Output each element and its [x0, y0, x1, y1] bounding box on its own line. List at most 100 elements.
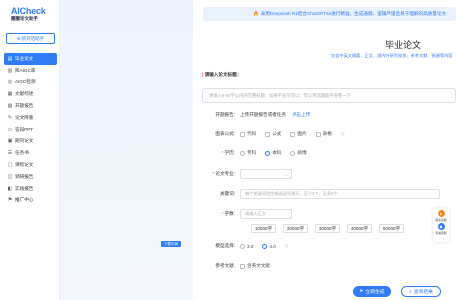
checkbox[interactable]	[240, 131, 245, 137]
model-row: 模型选择: 3.0 4.0 ◎	[193, 243, 289, 249]
model-option-40[interactable]: 4.0	[262, 243, 276, 249]
degree-option-bachelor[interactable]: 本科	[265, 150, 281, 156]
help-icon[interactable]: ◎	[341, 131, 345, 137]
support-label: 联系客服	[435, 218, 447, 222]
book-icon: ▦	[7, 91, 13, 98]
sidebar-item-3[interactable]: ▦ 文献综述	[4, 88, 57, 100]
word-count-options: 10000字 20000字 30000字 40000字 50000字	[251, 224, 404, 233]
checkbox[interactable]	[240, 263, 245, 269]
sidebar-item-label: 期刊论文	[15, 138, 34, 144]
sidebar-item-10[interactable]: ◫ 调研报告	[4, 171, 57, 183]
sidebar-item-label: 课程论文	[15, 162, 34, 168]
scan-icon: ◎	[7, 79, 13, 86]
degree-option-master[interactable]: 硕博	[290, 150, 307, 156]
floating-helper[interactable]: ● 联系客服 ◆ 查看帮助	[433, 208, 449, 242]
sidebar-item-8[interactable]: ☰ 任务书	[4, 147, 57, 159]
sidebar-item-11[interactable]: ◧ 实践报告	[4, 183, 57, 195]
degree-label: * 学历:	[221, 150, 235, 155]
degree-option-junior[interactable]: 专科	[240, 150, 256, 156]
checkbox[interactable]	[315, 131, 321, 137]
logo-brand: AICheck	[11, 6, 46, 16]
support-icon[interactable]: ●	[437, 210, 445, 217]
new-chat-label: 新对话助手	[21, 35, 45, 41]
upload-label: 开题报告:	[215, 112, 235, 117]
refs-label: 参考文献:	[215, 263, 235, 268]
sidebar-item-0[interactable]: ▤ 毕业论文	[4, 53, 57, 65]
sidebar-item-label: 开题报告	[15, 103, 34, 109]
sidebar-item-label: 论文降重	[15, 114, 34, 120]
word-chip-10000[interactable]: 10000字	[251, 224, 276, 233]
charts-row: 图表公式: 代码 公式 图片 表格 ◎	[193, 131, 345, 137]
sidebar-nav: ▤ 毕业论文 ▥ 降AIGC率 ◎ AIGC检测 ▦ 文献综述 ▧ 开题报告 ✎ 论文降重 ▭ 答辩PPT…	[4, 53, 57, 206]
title-placeholder: 请输入5-50字以内的完整标题，如果不会写可以：可以用选题助手查看一下	[209, 92, 351, 98]
document-icon: ▤	[7, 55, 13, 62]
option-code[interactable]: 代码	[240, 131, 256, 137]
sidebar-item-12[interactable]: ⚑ 推广中心	[4, 195, 57, 207]
chevron-down-icon: ⌄	[284, 171, 288, 177]
word-chip-40000[interactable]: 40000字	[347, 224, 372, 233]
keywords-label: 关键词:	[219, 191, 235, 196]
option-formula[interactable]: 公式	[265, 131, 281, 137]
practice-icon: ◧	[7, 185, 13, 192]
word-chip-20000[interactable]: 20000字	[283, 224, 308, 233]
sidebar-item-label: 实践报告	[15, 185, 34, 191]
help-book-icon[interactable]: ◆	[437, 223, 445, 230]
rocket-icon: ➤	[359, 289, 364, 294]
journal-icon: ▣	[7, 138, 13, 145]
keywords-input[interactable]: 每个关键词用空格或逗号隔开，至少3个，至多8个	[240, 189, 440, 199]
sidebar-item-4[interactable]: ▧ 开题报告	[4, 100, 57, 112]
page-subtitle: 包含中英文摘要、正文、国内外研究现状、参考文献、致谢等内容	[331, 53, 453, 58]
query-label: 查询结果	[413, 290, 433, 295]
radio-selected[interactable]	[262, 243, 268, 249]
page-title: 毕业论文	[385, 40, 422, 50]
checkbox[interactable]	[265, 131, 271, 137]
task-icon: ☰	[7, 150, 13, 157]
sidebar-item-7[interactable]: ▣ 期刊论文	[4, 136, 57, 148]
sidebar-item-label: AIGC检测	[15, 79, 36, 85]
model-option-30[interactable]: 3.0	[240, 243, 253, 249]
help-icon[interactable]: ◎	[285, 243, 289, 249]
sidebar-item-label: 任务书	[15, 150, 29, 156]
words-row: * 字数: 请输入正文	[193, 209, 292, 219]
word-chip-50000[interactable]: 50000字	[379, 224, 404, 233]
radio[interactable]	[240, 150, 245, 156]
option-table[interactable]: 表格	[315, 131, 332, 137]
option-image[interactable]: 图片	[290, 131, 307, 137]
word-chip-30000[interactable]: 30000字	[315, 224, 340, 233]
sidebar-item-2[interactable]: ◎ AIGC检测	[4, 77, 57, 89]
sidebar: AICheck 圈圈论文助手 ⊕ 新对话助手 ▤ 毕业论文 ▥ 降AIGC率 ◎ AIGC…	[0, 0, 60, 300]
chart-icon: ▥	[7, 67, 13, 74]
logo[interactable]: AICheck 圈圈论文助手	[11, 6, 46, 22]
words-input[interactable]: 请输入正文	[240, 209, 292, 219]
keywords-row: 关键词: 每个关键词用空格或逗号隔开，至少3个，至多8个	[193, 189, 440, 199]
generate-label: 立即生成	[365, 290, 385, 295]
upload-link[interactable]: 点击上传	[292, 112, 310, 118]
sidebar-item-6[interactable]: ▭ 答辩PPT	[4, 124, 57, 136]
words-label: * 字数:	[221, 211, 235, 216]
radio-selected[interactable]	[265, 150, 271, 156]
charts-label: 图表公式:	[215, 131, 235, 136]
major-select[interactable]: ⌄	[240, 169, 292, 179]
radio[interactable]	[290, 150, 296, 156]
edit-icon: ✎	[7, 114, 13, 121]
query-results-button[interactable]: ⌕ 查询结果	[401, 286, 441, 297]
new-chat-button[interactable]: ⊕ 新对话助手	[6, 33, 55, 44]
report-icon: ▧	[7, 103, 13, 110]
search-icon: ⌕	[409, 289, 412, 295]
sidebar-item-label: 文献综述	[15, 91, 34, 97]
generate-button[interactable]: ➤ 立即生成	[353, 286, 391, 297]
radio[interactable]	[240, 243, 245, 249]
sidebar-item-9[interactable]: ▢ 课程论文	[4, 159, 57, 171]
banner-text: 采用Deepseek R1结合ChatGPT4o进行精准，生成通顺、逻辑严谨且易…	[260, 11, 447, 16]
upload-text: 上传开题报告或者任务	[240, 112, 286, 117]
download-tag[interactable]: 下载中间	[161, 241, 181, 247]
refs-row: 参考文献: 含英文文献	[193, 263, 279, 269]
refs-option-english[interactable]: 含英文文献	[240, 263, 270, 269]
sidebar-item-label: 降AIGC率	[15, 67, 36, 73]
sidebar-item-label: 推广中心	[15, 197, 34, 203]
sidebar-item-5[interactable]: ✎ 论文降重	[4, 112, 57, 124]
checkbox[interactable]	[290, 131, 296, 137]
paper-title-input[interactable]: 请输入5-50字以内的完整标题，如果不会写可以：可以用选题助手查看一下	[202, 88, 456, 103]
model-label: 模型选择:	[215, 243, 235, 248]
sidebar-item-1[interactable]: ▥ 降AIGC率	[4, 65, 57, 77]
